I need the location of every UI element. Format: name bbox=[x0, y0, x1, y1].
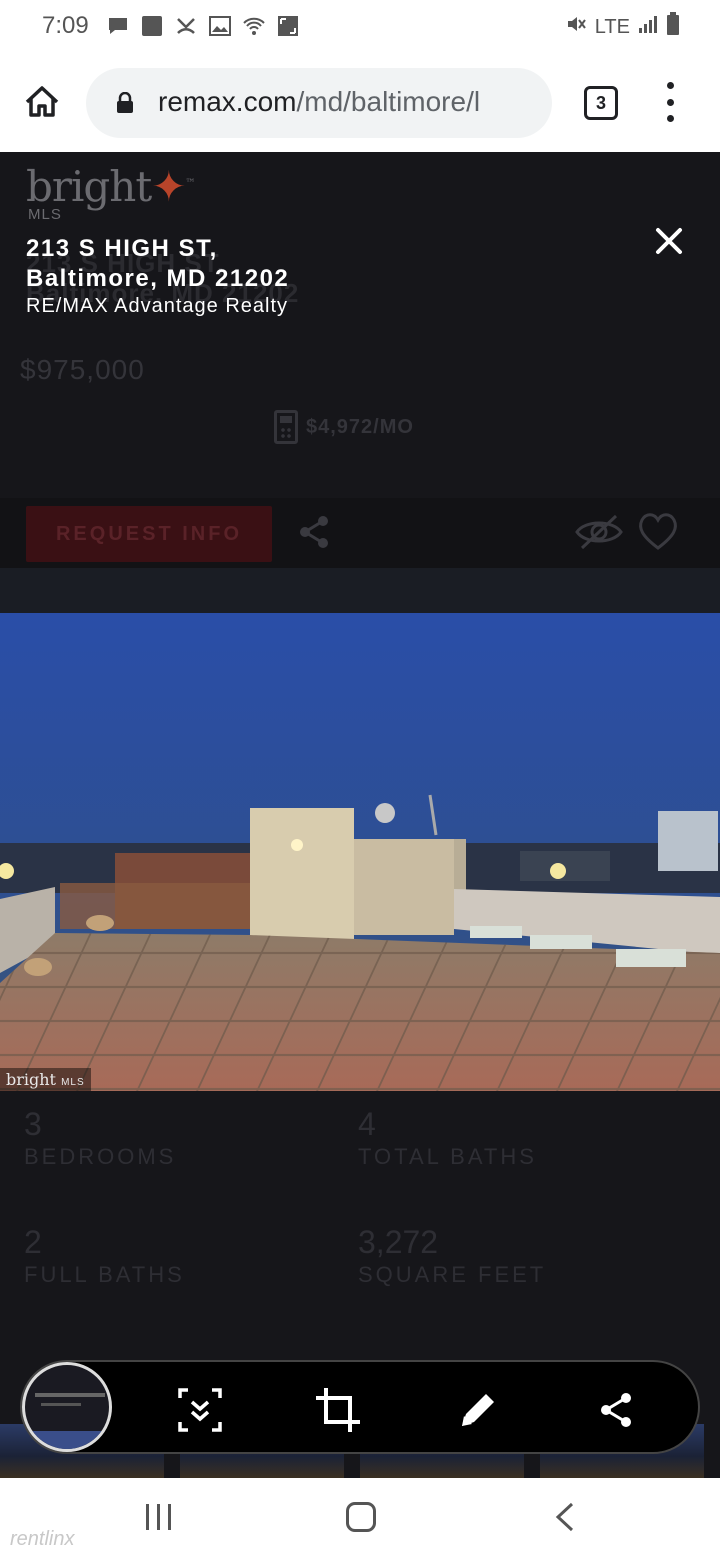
screenshot-preview[interactable] bbox=[22, 1362, 112, 1452]
app-notification-icon bbox=[140, 14, 164, 38]
stat-bedrooms: 3 BEDROOMS bbox=[24, 1106, 176, 1170]
rentlinx-watermark: rentlinx bbox=[10, 1528, 75, 1550]
address-line-2: Baltimore, MD 21202 bbox=[26, 265, 290, 292]
status-time: 7:09 bbox=[42, 12, 89, 39]
bright-mls-label: MLS bbox=[28, 206, 62, 223]
battery-icon bbox=[666, 12, 680, 42]
gallery-header-band bbox=[0, 568, 720, 614]
hide-listing-icon[interactable] bbox=[574, 512, 624, 552]
request-info-button[interactable]: REQUEST INFO bbox=[26, 506, 272, 562]
missed-call-icon bbox=[174, 14, 198, 38]
signal-icon bbox=[638, 14, 658, 40]
message-icon bbox=[106, 14, 130, 38]
crop-icon[interactable] bbox=[314, 1386, 362, 1434]
address-bar[interactable]: remax.com/md/baltimore/l bbox=[86, 68, 552, 138]
lock-icon bbox=[116, 91, 134, 114]
favorite-heart-icon[interactable] bbox=[636, 510, 680, 552]
monthly-payment-value: $4,972/MO bbox=[306, 415, 414, 438]
mute-vibrate-icon bbox=[565, 13, 587, 41]
stat-value: 4 bbox=[358, 1106, 376, 1142]
bright-mls-watermark: bright MLS bbox=[0, 1068, 91, 1091]
edit-pencil-icon[interactable] bbox=[454, 1386, 502, 1434]
close-icon[interactable] bbox=[650, 222, 688, 260]
tab-count: 3 bbox=[595, 92, 606, 113]
home-icon[interactable] bbox=[22, 82, 62, 122]
image-icon bbox=[208, 14, 232, 38]
stat-square-feet: 3,272 SQUARE FEET bbox=[358, 1224, 546, 1288]
share-icon[interactable] bbox=[592, 1386, 640, 1434]
url-path: /md/baltimore/l bbox=[296, 86, 481, 117]
home-button-icon[interactable] bbox=[346, 1502, 376, 1532]
listing-actions: REQUEST INFO bbox=[0, 498, 720, 568]
stat-label: TOTAL BATHS bbox=[358, 1144, 537, 1169]
wifi-call-icon bbox=[242, 14, 266, 38]
stat-total-baths: 4 TOTAL BATHS bbox=[358, 1106, 537, 1170]
stat-label: BEDROOMS bbox=[24, 1144, 177, 1169]
listing-page: bright✦™ MLS 213 S HIGH ST, Baltimore, M… bbox=[0, 152, 720, 1478]
stat-value: 2 bbox=[24, 1224, 42, 1260]
status-bar: 7:09 LTE bbox=[0, 0, 720, 52]
share-icon[interactable] bbox=[296, 514, 332, 550]
network-type: LTE bbox=[594, 15, 630, 38]
system-nav-bar bbox=[0, 1478, 720, 1560]
browser-toolbar: remax.com/md/baltimore/l 3 bbox=[0, 52, 720, 152]
stat-label: SQUARE FEET bbox=[358, 1262, 547, 1287]
monthly-payment[interactable]: $4,972/MO bbox=[274, 410, 414, 444]
listing-agent: RE/MAX Advantage Realty bbox=[26, 295, 289, 317]
url-host: remax.com bbox=[158, 86, 297, 117]
bright-mls-logo: bright✦™ bbox=[26, 162, 195, 211]
tab-switcher-button[interactable]: 3 bbox=[584, 86, 618, 120]
url-text: remax.com/md/baltimore/l bbox=[158, 86, 538, 118]
scroll-capture-icon[interactable] bbox=[176, 1386, 224, 1434]
calculator-icon bbox=[274, 410, 298, 444]
listing-photo[interactable]: bright MLS bbox=[0, 613, 720, 1091]
system-status-icons: LTE bbox=[565, 12, 680, 42]
recent-apps-icon[interactable] bbox=[146, 1504, 171, 1530]
stat-value: 3 bbox=[24, 1106, 42, 1142]
back-icon[interactable] bbox=[550, 1500, 580, 1534]
stat-label: FULL BATHS bbox=[24, 1262, 185, 1287]
address-line-1: 213 S HIGH ST, bbox=[26, 235, 218, 262]
stat-full-baths: 2 FULL BATHS bbox=[24, 1224, 185, 1288]
rooftop-terrace-image bbox=[0, 613, 720, 1091]
overflow-menu-icon[interactable] bbox=[660, 82, 680, 122]
stat-value: 3,272 bbox=[358, 1224, 439, 1260]
screenshot-toolbar bbox=[20, 1360, 700, 1454]
screenshot-icon bbox=[276, 14, 300, 38]
gallery-address: 213 S HIGH ST, Baltimore, MD 21202 bbox=[26, 234, 289, 294]
listing-price: $975,000 bbox=[20, 354, 145, 385]
notification-icons bbox=[106, 14, 300, 38]
